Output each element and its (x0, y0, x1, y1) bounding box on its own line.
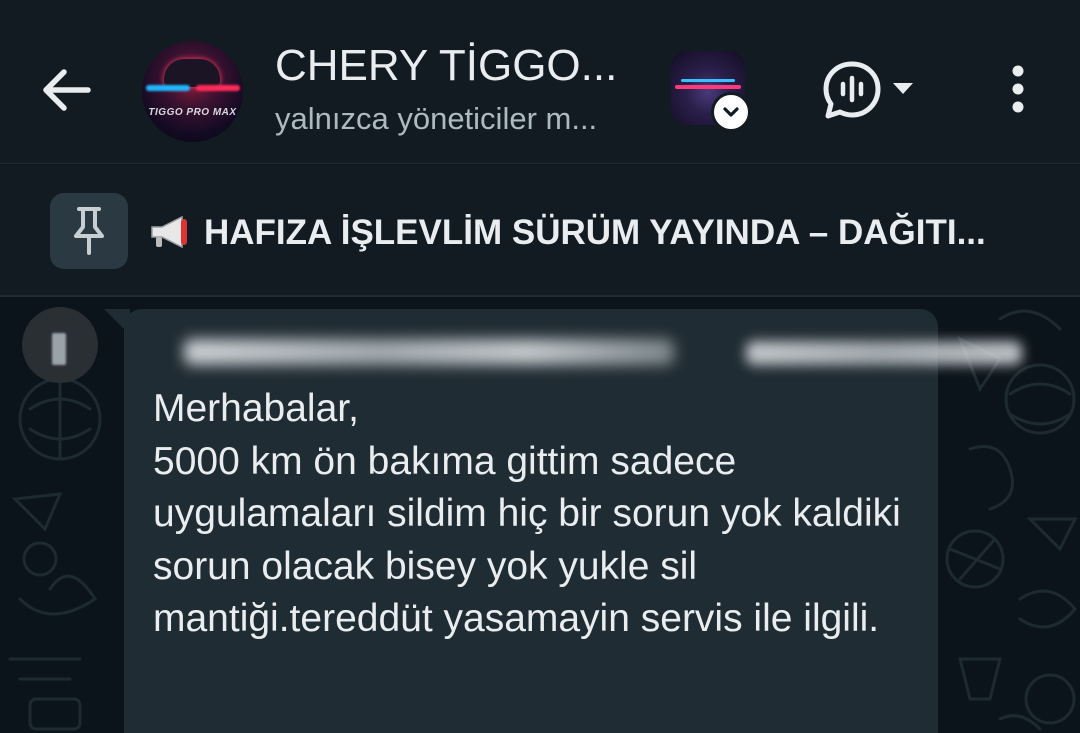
more-vertical-icon (1012, 65, 1024, 113)
pinned-text: HAFIZA İŞLEVLİM SÜRÜM YAYINDA – DAĞITI..… (204, 213, 986, 252)
more-options-button[interactable] (1000, 62, 1036, 118)
avatar-caption: TIGGO PRO MAX (148, 107, 237, 118)
group-avatar[interactable]: TIGGO PRO MAX (142, 41, 243, 142)
voice-chat-icon (823, 61, 881, 119)
community-switch-badge[interactable] (711, 92, 751, 132)
message-list[interactable]: Merhabalar, 5000 km ön bakıma gittim sad… (0, 299, 1080, 733)
chat-screen: TIGGO PRO MAX CHERY TİGGO... yalnızca yö… (0, 0, 1080, 733)
message-bubble[interactable]: Merhabalar, 5000 km ön bakıma gittim sad… (124, 309, 1022, 733)
megaphone-icon (151, 215, 187, 249)
chat-subtitle[interactable]: yalnızca yöneticiler m... (275, 100, 655, 138)
sender-info (184, 333, 1044, 373)
pinned-message-text: HAFIZA İŞLEVLİM SÜRÜM YAYINDA – DAĞITI..… (148, 212, 1068, 254)
sender-avatar[interactable] (22, 307, 98, 383)
voice-options-dropdown[interactable] (890, 78, 916, 98)
chat-title[interactable]: CHERY TİGGO... (275, 40, 635, 92)
caret-down-icon (893, 83, 913, 94)
chat-header: TIGGO PRO MAX CHERY TİGGO... yalnızca yö… (0, 0, 1080, 164)
arrow-left-icon (43, 69, 91, 111)
sender-name-redacted[interactable] (184, 339, 674, 365)
avatar-car-graphic (164, 59, 220, 87)
pinned-message-banner[interactable]: HAFIZA İŞLEVLİM SÜRÜM YAYINDA – DAĞITI..… (0, 165, 1080, 297)
pin-button[interactable] (50, 193, 128, 269)
chevron-down-icon (723, 107, 739, 117)
message-text: Merhabalar, 5000 km ön bakıma gittim sad… (153, 387, 901, 640)
voice-chat-button[interactable] (820, 58, 884, 122)
sender-phone-redacted[interactable] (746, 341, 1022, 365)
back-button[interactable] (36, 60, 96, 120)
pin-icon (74, 207, 104, 255)
